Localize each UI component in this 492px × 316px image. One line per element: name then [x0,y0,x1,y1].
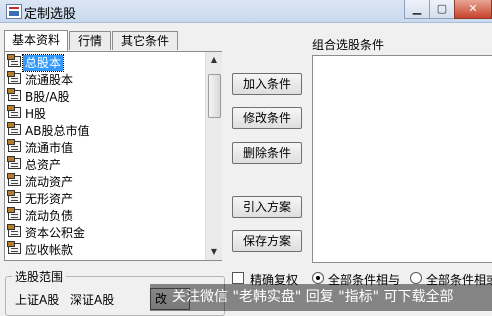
add-condition-button[interactable]: 加入条件 [232,73,302,95]
window-title: 定制选股 [24,7,77,22]
list-item-label: H股 [25,107,47,121]
import-scheme-button[interactable]: 引入方案 [232,196,302,218]
folder-icon [7,122,21,135]
or-all-radio[interactable] [410,272,422,284]
minimize-button[interactable]: ▁ [404,0,430,19]
list-item-label: 资本公积金 [25,226,86,240]
list-item-label: 应收帐款 [25,243,74,257]
delete-condition-button[interactable]: 删除条件 [232,142,302,164]
indicator-list[interactable]: 总股本 流通股本 B股/A股 H股 AB股总市值 流通市值 总资产 流动资产 无… [4,51,222,261]
and-all-radio[interactable] [312,272,324,284]
list-item-label: B股/A股 [25,90,70,104]
range-legend: 选股范围 [12,268,67,285]
folder-icon [7,224,21,237]
scrollbar-thumb[interactable] [208,74,221,118]
folder-icon [7,156,21,169]
folder-icon [7,241,21,254]
folder-icon [7,190,21,203]
modify-condition-button[interactable]: 修改条件 [232,107,302,129]
range-value-a: 上证A股 [15,293,60,307]
folder-icon [7,105,21,118]
list-item-label: 流通市值 [25,141,74,155]
close-button[interactable]: ✕ [454,0,492,19]
list-item-label: 流通股本 [25,73,74,87]
title-bar: 定制选股 ▁ ▢ ✕ [0,0,492,23]
tab-other-conditions[interactable]: 其它条件 [112,31,178,50]
list-item-label: 总股本 [21,54,65,72]
folder-icon [7,88,21,101]
list-item-label: AB股总市值 [25,124,90,138]
folder-icon [7,54,21,67]
scroll-up-arrow-icon[interactable]: ▲ [206,52,222,68]
app-icon [6,4,22,19]
range-value-b: 深证A股 [70,293,115,307]
tab-market[interactable]: 行情 [69,31,111,50]
watermark-overlay: 关注微信 "老韩实盘" 回复 "指标" 可下载全部 [150,284,492,311]
list-item-label: 流动负债 [25,209,74,223]
folder-icon [7,71,21,84]
tab-basic-info[interactable]: 基本资料 [4,30,68,51]
exact-adjust-checkbox[interactable] [232,272,244,284]
folder-icon [7,207,21,220]
list-item-label: 无形资产 [25,192,74,206]
folder-icon [7,139,21,152]
scroll-down-arrow-icon[interactable]: ▼ [206,244,222,260]
list-scrollbar[interactable]: ▲ ▼ [205,52,222,260]
conditions-list[interactable] [312,55,492,263]
conditions-label: 组合选股条件 [312,38,385,52]
maximize-button[interactable]: ▢ [429,0,455,19]
save-scheme-button[interactable]: 保存方案 [232,230,302,252]
folder-icon [7,173,21,186]
list-item-label: 总资产 [25,158,62,172]
list-item-label: 流动资产 [25,175,74,189]
